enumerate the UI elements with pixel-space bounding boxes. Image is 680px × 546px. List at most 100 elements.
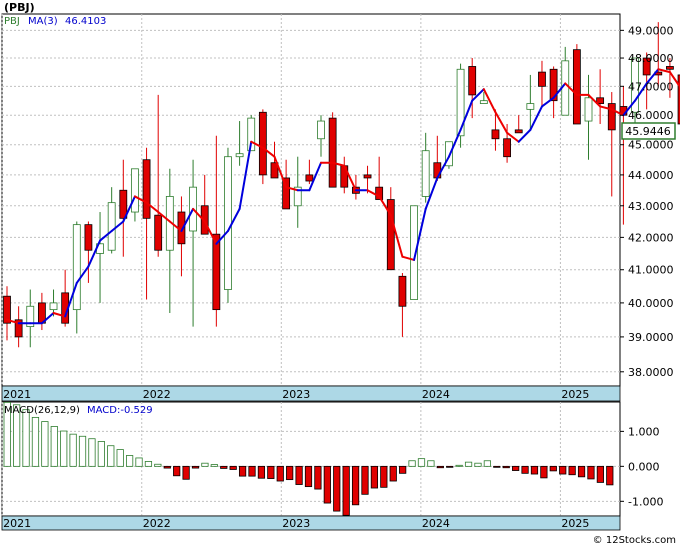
candle-body [317,120,325,140]
candle-body [107,202,116,251]
stock-chart: 38.0000 39.0000 40.0000 41.0000 42.0000 43.00… [1,1,680,546]
macd-bar [210,464,218,467]
macd-bar [191,465,200,469]
macd-bar [126,455,134,467]
candle-body [224,156,232,290]
macd-bar [154,463,162,467]
last-price-badge: 45.9446 [621,122,676,140]
macd-tick-label: -1.000 [628,495,663,508]
macd-bar [446,465,454,468]
macd-bar [31,416,40,467]
price-x-tick-label: 2021 [3,388,31,401]
candle-body [398,275,407,307]
macd-bar [577,465,586,478]
macd-tick-label: 1.000 [628,425,660,438]
macd-bar [182,465,190,480]
price-x-axis-band [1,385,621,402]
price-tick-label: 44.0000 [628,169,674,182]
candle-body [538,71,546,87]
price-tick-label: 46.0000 [628,109,674,122]
macd-bar [361,465,369,495]
candle [572,44,581,125]
price-tick-label: 47.0000 [628,80,674,93]
candle-body [491,129,500,140]
macd-legend-label: MACD(26,12,9) [4,405,80,416]
macd-bar [596,465,604,483]
macd-x-tick-label: 2021 [3,517,31,530]
candle-body [154,214,163,251]
candle-body [258,111,267,176]
macd-bar [399,465,407,474]
price-x-tick-label: 2024 [422,388,450,401]
candle-body [84,224,93,251]
candle-body [328,117,337,188]
macd-bar [351,465,360,506]
macd-x-tick-label: 2024 [422,517,450,530]
candle-body [468,66,477,96]
candle-body [526,103,535,110]
candle-body [607,103,616,131]
price-tick-label: 41.0000 [628,264,674,277]
macd-bar [502,465,510,469]
price-tick-label: 42.0000 [628,231,674,244]
macd-bar [521,465,529,474]
price-tick-label: 48.0000 [628,52,674,65]
legend-ma-value: 46.4103 [65,16,106,27]
candle-body [72,224,81,311]
macd-bar [417,458,426,467]
macd-bar [427,460,435,467]
macd-bar [408,460,416,467]
macd-x-tick-label: 2025 [561,517,589,530]
candle-body [212,233,221,311]
macd-bar [107,445,115,467]
macd-bar [333,465,341,512]
macd-legend-value: MACD:-0.529 [87,405,153,416]
macd-bar [455,464,463,467]
macd-tick-label: 0.000 [628,460,660,473]
price-tick-label: 43.0000 [628,200,674,213]
candle-body [503,138,511,158]
macd-x-axis-band [1,515,621,531]
macd-x-tick-label: 2022 [143,517,171,530]
macd-bar [549,465,557,472]
price-tick-label: 39.0000 [628,331,674,344]
macd-bar [201,462,209,467]
candle [619,86,628,225]
footer-copyright: © 12Stocks.com [593,535,676,546]
macd-bar [135,457,143,467]
candle-body [142,159,151,219]
last-price-label: 45.9446 [625,125,671,138]
macd-bar [370,465,379,489]
macd-bar [342,465,350,516]
macd-bar [97,441,105,467]
candle [386,187,395,271]
price-panel-frame [1,13,621,387]
macd-bar [116,449,124,467]
macd-bar [323,465,331,504]
macd-bar [78,435,87,467]
macd-bar [88,438,96,467]
candle-body [666,66,674,70]
legend-symbol: PBJ [4,16,20,27]
macd-bar [173,465,181,477]
macd-bar [50,426,58,467]
macd-bar [540,465,548,479]
macd-bar [276,465,284,482]
macd-bar [474,462,482,467]
macd-bar [163,465,171,469]
macd-bar [257,465,266,479]
macd-bar [530,465,539,475]
macd-bar [267,465,275,479]
macd-bar [69,433,77,467]
macd-bar [229,465,237,470]
macd-bar [436,465,444,469]
candle-body [305,174,314,182]
macd-bar [314,465,322,490]
price-tick-label: 40.0000 [628,297,674,310]
macd-bar [220,465,228,469]
price-x-tick-label: 2022 [143,388,171,401]
candle-body [421,150,430,197]
macd-bar [60,430,68,467]
price-tick-label: 38.0000 [628,366,674,379]
macd-bar [483,460,491,467]
